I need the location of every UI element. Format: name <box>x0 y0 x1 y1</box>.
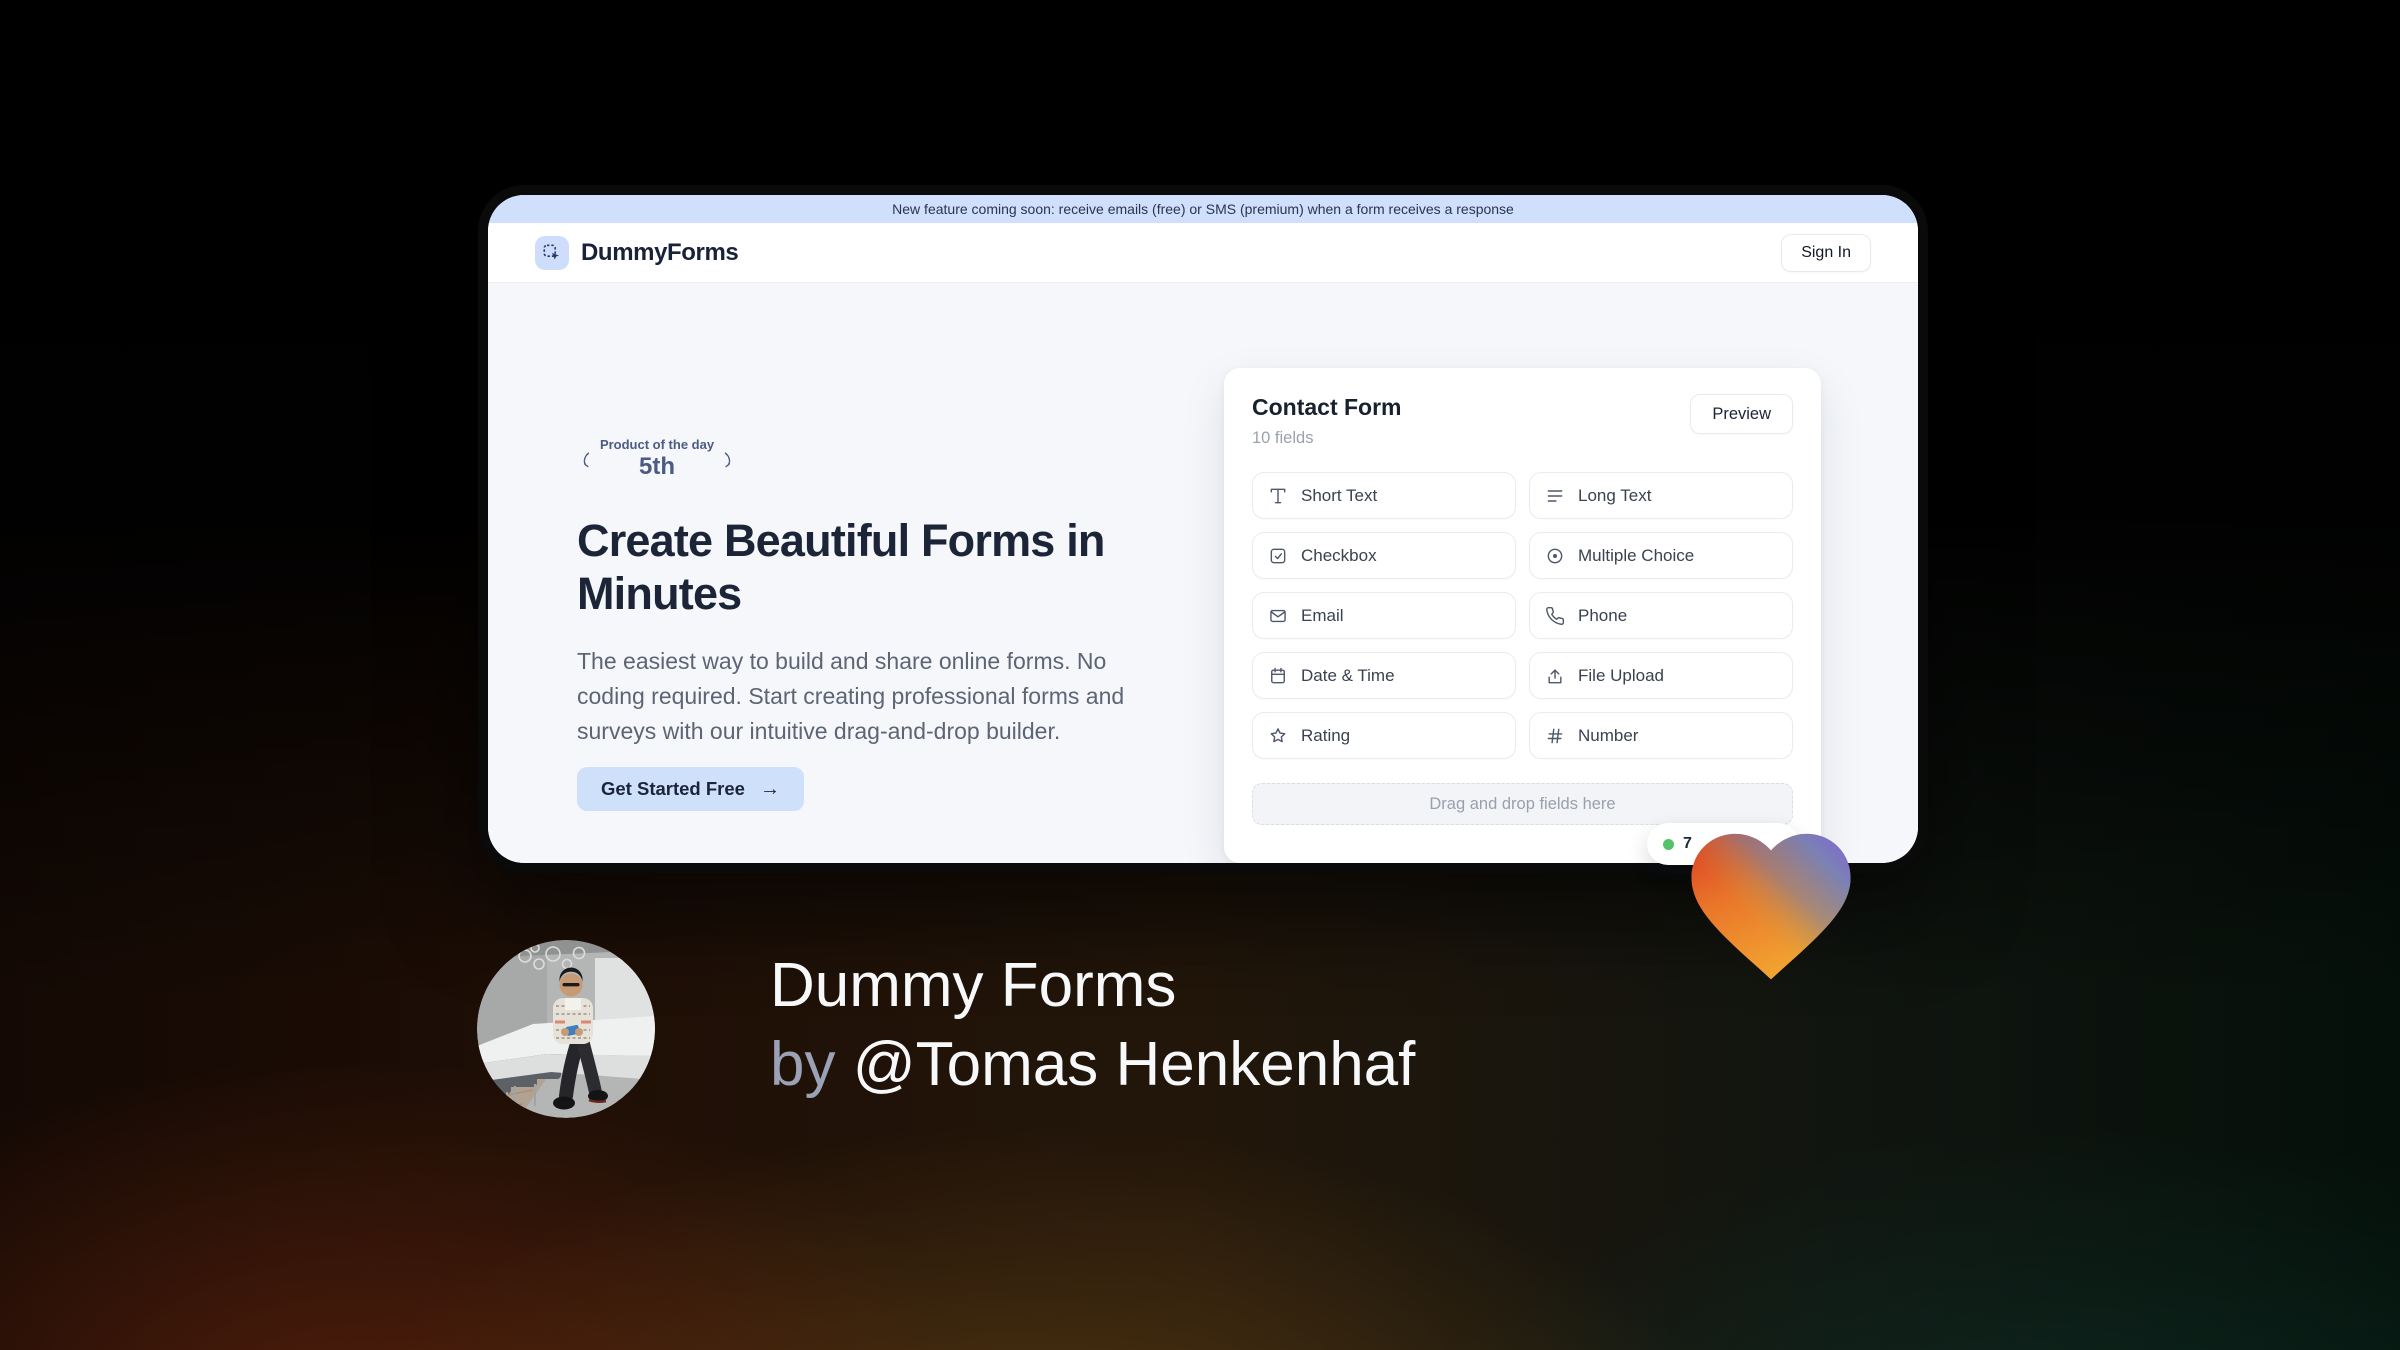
field-number[interactable]: Number <box>1529 712 1793 759</box>
hero-section: Product of the day 5th Create Beautiful … <box>488 283 1918 863</box>
field-date-time[interactable]: Date & Time <box>1252 652 1516 699</box>
green-dot-icon <box>1663 838 1674 850</box>
field-checkbox[interactable]: Checkbox <box>1252 532 1516 579</box>
field-label: Number <box>1578 725 1639 745</box>
top-navigation: DummyForms Sign In <box>488 223 1918 283</box>
get-started-label: Get Started Free <box>601 778 745 799</box>
caption-byline-name: @Tomas Henkenhaf <box>852 1030 1416 1099</box>
hero-copy: Product of the day 5th Create Beautiful … <box>577 431 1197 811</box>
calendar-icon <box>1271 667 1285 683</box>
caption-byline-prefix: by <box>770 1030 836 1099</box>
avatar <box>477 940 655 1118</box>
hero-description: The easiest way to build and share onlin… <box>577 648 1125 744</box>
multiple-choice-icon <box>1547 548 1563 563</box>
hero-heading-line2: Minutes <box>577 568 742 619</box>
dropzone-text: Drag and drop fields here <box>1429 794 1616 813</box>
award-title: Product of the day <box>599 437 715 452</box>
webpage: New feature coming soon: receive emails … <box>488 195 1918 863</box>
field-email[interactable]: Email <box>1252 592 1516 639</box>
field-label: Short Text <box>1301 485 1378 505</box>
arrow-right-icon: → <box>759 778 780 800</box>
star-icon <box>1270 727 1286 742</box>
field-label: Email <box>1301 605 1344 625</box>
announcement-banner: New feature coming soon: receive emails … <box>488 195 1918 223</box>
hero-heading: Create Beautiful Forms in Minutes <box>577 514 1197 620</box>
short-text-icon <box>1270 488 1286 503</box>
brand-logo-icon <box>535 235 569 270</box>
form-card-header: Contact Form 10 fields Preview <box>1252 394 1793 448</box>
field-label: Checkbox <box>1301 545 1377 565</box>
field-label: Phone <box>1578 605 1628 625</box>
caption-title: Dummy Forms <box>770 951 1177 1020</box>
announcement-text: New feature coming soon: receive emails … <box>892 201 1514 217</box>
field-label: Rating <box>1301 725 1351 745</box>
field-palette: Short Text Long Text Checkbox Multiple C… <box>1252 472 1793 759</box>
avatar-photo <box>477 940 655 1118</box>
field-rating[interactable]: Rating <box>1252 712 1516 759</box>
hero-heading-line1: Create Beautiful Forms in <box>577 515 1105 566</box>
product-of-day-badge: Product of the day 5th <box>577 431 737 487</box>
field-file-upload[interactable]: File Upload <box>1529 652 1793 699</box>
field-label: Multiple Choice <box>1578 545 1695 565</box>
field-short-text[interactable]: Short Text <box>1252 472 1516 519</box>
field-multiple-choice[interactable]: Multiple Choice <box>1529 532 1793 579</box>
form-builder-card: Contact Form 10 fields Preview Short Tex… <box>1224 368 1821 863</box>
caption-byline: by @Tomas Henkenhaf <box>770 1025 1415 1104</box>
form-field-count: 10 fields <box>1252 429 1314 447</box>
laurel-left-icon <box>583 452 590 468</box>
upload-icon <box>1548 668 1562 683</box>
field-label: Date & Time <box>1301 665 1395 685</box>
long-text-icon <box>1547 489 1563 502</box>
brand-logo[interactable]: DummyForms <box>535 235 739 270</box>
heart-icon <box>1691 833 1851 980</box>
preview-button[interactable]: Preview <box>1690 394 1793 434</box>
field-label: Long Text <box>1578 485 1652 505</box>
caption: Dummy Forms by @Tomas Henkenhaf <box>770 946 1415 1104</box>
get-started-button[interactable]: Get Started Free → <box>577 767 804 811</box>
laurel-right-icon <box>724 452 731 468</box>
field-phone[interactable]: Phone <box>1529 592 1793 639</box>
email-icon <box>1270 609 1286 622</box>
form-title: Contact Form <box>1252 394 1402 420</box>
sign-in-button[interactable]: Sign In <box>1781 233 1871 272</box>
brand-name: DummyForms <box>581 238 739 266</box>
field-label: File Upload <box>1578 665 1664 685</box>
field-long-text[interactable]: Long Text <box>1529 472 1793 519</box>
hash-icon <box>1547 728 1563 743</box>
phone-icon <box>1546 606 1565 625</box>
award-rank: 5th <box>639 453 675 480</box>
checkbox-icon <box>1270 548 1286 563</box>
browser-window: New feature coming soon: receive emails … <box>478 185 1928 873</box>
